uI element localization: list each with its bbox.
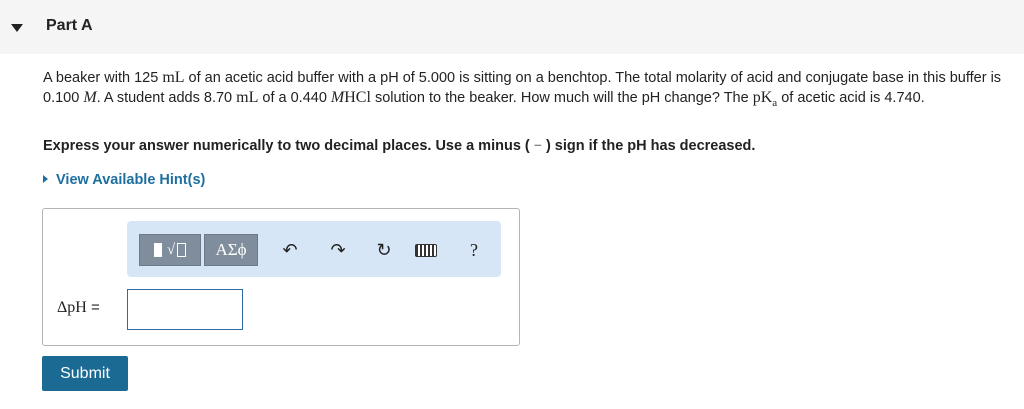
- math-toolbar: √ ΑΣϕ ↶ ↷ ↻ ?: [127, 221, 501, 277]
- answer-input[interactable]: [127, 289, 243, 330]
- reset-icon[interactable]: ↻: [373, 239, 395, 261]
- undo-icon[interactable]: ↶: [279, 239, 301, 261]
- instruction-after: ) sign if the pH has decreased.: [545, 138, 756, 154]
- instruction-before: Express your answer numerically to two d…: [43, 138, 530, 154]
- templates-button[interactable]: √: [139, 234, 201, 266]
- keyboard-shape: [415, 243, 437, 257]
- greek-symbols-button[interactable]: ΑΣϕ: [204, 234, 258, 266]
- question-segment: of acetic acid is 4.740.: [777, 90, 925, 106]
- expand-caret-icon: [43, 175, 48, 184]
- delta-ph-symbol: ΔpH: [57, 299, 87, 316]
- unit-molar: M: [83, 89, 97, 106]
- collapse-caret-icon[interactable]: [11, 24, 23, 32]
- square-root-icon: √: [166, 241, 176, 258]
- instruction-text: Express your answer numerically to two d…: [43, 138, 755, 155]
- answer-panel: √ ΑΣϕ ↶ ↷ ↻ ? ΔpH =: [42, 208, 520, 346]
- unit-ml: mL: [236, 89, 259, 106]
- help-icon[interactable]: ?: [463, 239, 485, 261]
- part-title: Part A: [46, 17, 93, 34]
- question-segment: . A student adds 8.70: [96, 90, 237, 106]
- template-block-icon: [153, 243, 162, 257]
- submit-button[interactable]: Submit: [42, 356, 128, 391]
- keyboard-icon[interactable]: [415, 239, 437, 261]
- unit-molar: M: [330, 89, 345, 106]
- question-segment: A beaker with 125: [43, 70, 163, 86]
- question-segment: solution to the beaker. How much will th…: [370, 90, 753, 106]
- pka-symbol: pKa: [752, 89, 777, 109]
- part-header[interactable]: Part A: [0, 0, 1024, 54]
- question-segment: of a 0.440: [258, 90, 331, 106]
- answer-label: ΔpH =: [57, 299, 100, 317]
- template-box-icon: [177, 243, 187, 257]
- pka-base: pK: [752, 89, 773, 106]
- equals-sign: =: [86, 299, 100, 316]
- redo-icon[interactable]: ↷: [327, 239, 349, 261]
- question-text: A beaker with 125 mL of an acetic acid b…: [43, 68, 1008, 113]
- view-hints-link[interactable]: View Available Hint(s): [43, 172, 205, 188]
- unit-ml: mL: [162, 69, 185, 86]
- chem-hcl: HCl: [344, 89, 371, 106]
- hints-label: View Available Hint(s): [56, 172, 206, 188]
- minus-sign: −: [533, 138, 542, 154]
